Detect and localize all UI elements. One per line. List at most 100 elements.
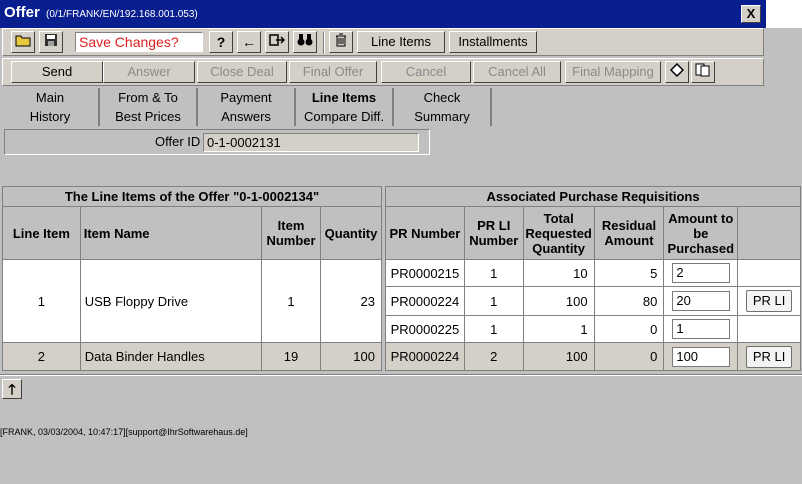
cancel-all-button[interactable]: Cancel All <box>473 61 561 83</box>
residual-cell: 80 <box>593 286 665 316</box>
pr-caption: Associated Purchase Requisitions <box>385 186 801 207</box>
pr-li-button[interactable]: PR LI <box>746 290 793 312</box>
arrow-left-icon[interactable]: ← <box>237 31 261 53</box>
arrow-up-icon[interactable]: 🡑 <box>2 379 22 399</box>
quantity-cell: 100 <box>320 342 382 371</box>
help-icon[interactable]: ? <box>209 31 233 53</box>
amount-cell: 100 <box>663 342 739 371</box>
table-row[interactable]: 2 Data Binder Handles 19 100 <box>2 342 382 371</box>
residual-cell: 0 <box>593 342 665 371</box>
save-changes-indicator: Save Changes? <box>75 32 203 52</box>
col-item-name: Item Name <box>79 206 263 260</box>
table-row[interactable]: 1 USB Floppy Drive 1 23 <box>2 259 382 343</box>
pr-number-cell: PR0000215 <box>385 259 465 287</box>
line-item-cell: 1 <box>2 259 81 343</box>
pr-li-cell: 1 <box>463 259 524 287</box>
pr-number-cell: PR0000225 <box>385 315 465 343</box>
amount-input[interactable]: 1 <box>672 319 731 339</box>
total-requested-cell: 10 <box>522 259 595 287</box>
table-row[interactable]: PR0000225 1 1 0 1 <box>385 315 801 343</box>
send-button[interactable]: Send <box>11 61 103 83</box>
tab-summary[interactable]: Summary <box>394 107 492 126</box>
floppy-icon[interactable] <box>39 31 63 53</box>
panel-divider <box>0 374 802 376</box>
folder-icon[interactable] <box>11 31 35 53</box>
tab-check[interactable]: Check <box>394 88 492 107</box>
tab-compare-diff[interactable]: Compare Diff. <box>296 107 394 126</box>
col-residual-amount: Residual Amount <box>593 206 665 260</box>
cancel-button[interactable]: Cancel <box>381 61 471 83</box>
tab-payment[interactable]: Payment <box>198 88 296 107</box>
table-row[interactable]: PR0000224 1 100 80 20 PR LI <box>385 286 801 316</box>
pages-icon[interactable] <box>691 61 715 83</box>
col-pr-li-number: PR LI Number <box>463 206 524 260</box>
amount-cell: 20 <box>663 286 739 316</box>
residual-cell: 0 <box>593 315 665 343</box>
amount-cell: 1 <box>663 315 739 343</box>
action-toolbar: Send Answer Close Deal Final Offer Cance… <box>2 58 764 86</box>
title-bar: Offer (0/1/FRANK/EN/192.168.001.053) <box>0 0 766 28</box>
purchase-requisitions-panel: Associated Purchase Requisitions PR Numb… <box>385 186 801 372</box>
window-subtitle: (0/1/FRANK/EN/192.168.001.053) <box>46 9 198 20</box>
tab-line-items[interactable]: Line Items <box>296 88 394 107</box>
offer-id-label: Offer ID <box>155 134 201 149</box>
binoculars-icon[interactable] <box>293 31 317 53</box>
toolbar-separator <box>323 32 325 54</box>
quantity-cell: 23 <box>320 259 382 343</box>
residual-cell: 5 <box>593 259 665 287</box>
tab-from-to[interactable]: From & To <box>100 88 198 107</box>
item-number-cell: 1 <box>261 259 322 343</box>
line-items-panel: The Line Items of the Offer "0-1-0002134… <box>2 186 382 372</box>
pr-number-cell: PR0000224 <box>385 286 465 316</box>
col-amount-to-purchase: Amount to be Purchased <box>663 206 739 260</box>
total-requested-cell: 100 <box>522 286 595 316</box>
tab-main[interactable]: Main <box>2 88 100 107</box>
offer-id-field[interactable]: 0-1-0002131 <box>203 133 419 152</box>
pr-li-button[interactable]: PR LI <box>746 345 793 368</box>
line-items-caption: The Line Items of the Offer "0-1-0002134… <box>2 186 382 207</box>
table-row[interactable]: PR0000215 1 10 5 2 <box>385 259 801 287</box>
amount-input[interactable]: 100 <box>672 346 731 367</box>
total-requested-cell: 1 <box>522 315 595 343</box>
tab-history[interactable]: History <box>2 107 100 126</box>
table-row[interactable]: PR0000224 2 100 0 100 PR LI <box>385 342 801 371</box>
close-deal-button[interactable]: Close Deal <box>197 61 287 83</box>
pr-li-cell: 1 <box>463 315 524 343</box>
answer-button[interactable]: Answer <box>103 61 195 83</box>
action-cell <box>737 315 801 343</box>
col-line-item: Line Item <box>2 206 81 260</box>
line-items-button[interactable]: Line Items <box>357 31 445 53</box>
action-cell: PR LI <box>737 286 801 316</box>
col-pr-number: PR Number <box>385 206 465 260</box>
pr-number-cell: PR0000224 <box>385 342 465 371</box>
trash-icon[interactable] <box>329 31 353 53</box>
status-text: [FRANK, 03/03/2004, 10:47:17][support@Ih… <box>0 427 248 437</box>
amount-input[interactable]: 20 <box>672 291 731 311</box>
tab-best-prices[interactable]: Best Prices <box>100 107 198 126</box>
amount-input[interactable]: 2 <box>672 263 731 283</box>
exit-icon[interactable] <box>265 31 289 53</box>
close-button[interactable]: X <box>741 5 761 23</box>
item-number-cell: 19 <box>261 342 322 371</box>
col-item-number: Item Number <box>261 206 322 260</box>
diamond-icon[interactable] <box>665 61 689 83</box>
tab-answers[interactable]: Answers <box>198 107 296 126</box>
final-offer-button[interactable]: Final Offer <box>289 61 377 83</box>
installments-button[interactable]: Installments <box>449 31 537 53</box>
pr-li-cell: 1 <box>463 286 524 316</box>
action-cell: PR LI <box>737 342 801 371</box>
window-edge <box>766 0 802 28</box>
col-quantity: Quantity <box>320 206 382 260</box>
col-total-requested: Total Requested Quantity <box>522 206 595 260</box>
line-item-cell: 2 <box>2 342 81 371</box>
window-title: Offer <box>4 4 40 21</box>
amount-cell: 2 <box>663 259 739 287</box>
item-name-cell: Data Binder Handles <box>79 342 263 371</box>
offer-id-section: Offer ID 0-1-0002131 <box>4 129 430 155</box>
total-requested-cell: 100 <box>522 342 595 371</box>
final-mapping-button[interactable]: Final Mapping <box>565 61 661 83</box>
item-name-cell: USB Floppy Drive <box>79 259 263 343</box>
tab-bar: Main From & To Payment Line Items Check … <box>2 88 494 128</box>
pr-li-cell: 2 <box>463 342 524 371</box>
action-cell <box>737 259 801 287</box>
